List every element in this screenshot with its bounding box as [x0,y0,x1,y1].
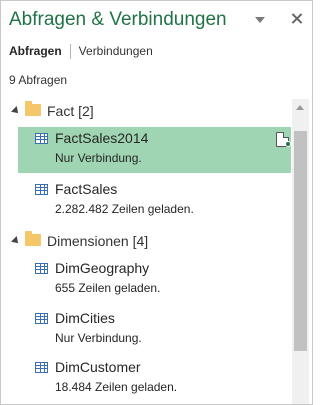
tab-bar: Abfragen Verbindungen [9,43,153,59]
query-name: FactSales2014 [55,130,149,146]
close-icon[interactable] [289,10,305,28]
table-icon [35,133,48,144]
query-name: DimCities [55,310,115,326]
group-header-dimensionen[interactable]: Dimensionen [4] [1,229,291,253]
query-list: Fact [2] FactSales2014 Nur Verbindung. F… [1,99,292,404]
scrollbar-thumb[interactable] [294,131,307,351]
group-label: Dimensionen [4] [47,233,149,249]
tab-verbindungen[interactable]: Verbindungen [79,44,153,58]
refresh-document-icon[interactable] [276,132,291,147]
pane-title: Abfragen & Verbindungen [9,9,227,30]
query-count: 9 Abfragen [9,73,68,87]
collapse-triangle-icon[interactable] [11,236,21,246]
query-item-factsales2014[interactable]: FactSales2014 Nur Verbindung. [18,127,291,173]
query-status: Nur Verbindung. [55,151,142,165]
query-status: 18.484 Zeilen geladen. [55,380,178,394]
query-item-dimgeography[interactable]: DimGeography 655 Zeilen geladen. [18,257,291,303]
collapse-triangle-icon[interactable] [11,106,21,116]
query-name: DimGeography [55,260,150,276]
group-header-fact[interactable]: Fact [2] [1,99,291,123]
query-status: 2.282.482 Zeilen geladen. [55,202,194,216]
table-icon [35,313,48,324]
query-name: DimCustomer [55,359,141,375]
pane-header: Abfragen & Verbindungen [9,9,304,39]
folder-icon [25,101,41,116]
tab-separator [69,43,71,59]
tab-abfragen[interactable]: Abfragen [9,44,62,58]
query-status: Nur Verbindung. [55,331,142,345]
refresh-badge-icon [285,141,291,147]
query-item-factsales[interactable]: FactSales 2.282.482 Zeilen geladen. [18,178,291,224]
group-label: Fact [2] [47,103,94,119]
query-name: FactSales [55,181,118,197]
queries-connections-pane: Abfragen & Verbindungen Abfragen Verbind… [0,0,313,405]
table-icon [35,362,48,373]
vertical-scrollbar[interactable] [292,99,309,404]
folder-icon [25,231,41,246]
query-item-dimcustomer[interactable]: DimCustomer 18.484 Zeilen geladen. [18,356,291,402]
table-icon [35,263,48,274]
scroll-up-arrow-icon[interactable] [292,99,309,116]
query-item-dimcities[interactable]: DimCities Nur Verbindung. [18,307,291,353]
query-status: 655 Zeilen geladen. [55,281,161,295]
table-icon [35,184,48,195]
chevron-down-icon[interactable] [252,12,268,28]
